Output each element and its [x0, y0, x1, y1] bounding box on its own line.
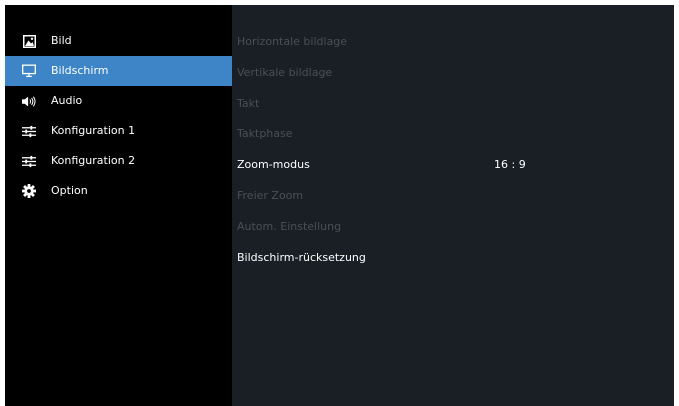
- setting-label: Takt: [237, 96, 260, 110]
- image-icon: [22, 34, 36, 48]
- monitor-icon: [22, 64, 36, 78]
- sliders-icon: [22, 154, 36, 168]
- menu-item-audio[interactable]: Audio: [5, 86, 232, 116]
- setting-takt: Takt: [232, 88, 674, 119]
- menu-item-konfiguration-1[interactable]: Konfiguration 1: [5, 116, 232, 146]
- setting-vertikale-bildlage: Vertikale bildlage: [232, 57, 674, 88]
- menu-item-label: Konfiguration 1: [51, 124, 136, 137]
- settings-list: Horizontale bildlage Vertikale bildlage …: [232, 26, 674, 272]
- main-menu-sidebar: Bild Bildschirm Audio Konfiguration 1 Ko…: [5, 5, 232, 406]
- menu-item-label: Bildschirm: [51, 64, 109, 77]
- menu-item-bild[interactable]: Bild: [5, 26, 232, 56]
- menu-item-label: Audio: [51, 94, 83, 107]
- setting-label: Horizontale bildlage: [237, 35, 348, 48]
- osd-screen: Bild Bildschirm Audio Konfiguration 1 Ko…: [5, 5, 674, 406]
- setting-label: Vertikale bildlage: [237, 65, 333, 79]
- main-menu: Bild Bildschirm Audio Konfiguration 1 Ko…: [5, 26, 232, 206]
- menu-item-label: Option: [51, 184, 88, 197]
- submenu-panel: Horizontale bildlage Vertikale bildlage …: [232, 5, 674, 406]
- menu-item-label: Bild: [51, 34, 72, 47]
- menu-item-option[interactable]: Option: [5, 176, 232, 206]
- zoom-modus-value[interactable]: 16 : 9: [494, 149, 526, 180]
- setting-label: Zoom-modus: [237, 158, 310, 172]
- setting-label: Bildschirm-rücksetzung: [237, 250, 366, 264]
- setting-horizontale-bildlage: Horizontale bildlage: [232, 26, 674, 57]
- sliders-icon: [22, 124, 36, 138]
- setting-taktphase: Taktphase: [232, 118, 674, 149]
- setting-freier-zoom: Freier Zoom: [232, 180, 674, 211]
- setting-label: Freier Zoom: [237, 188, 304, 202]
- setting-bildschirm-ruecksetzung[interactable]: Bildschirm-rücksetzung: [232, 242, 674, 273]
- setting-label: Taktphase: [237, 127, 293, 141]
- setting-zoom-modus[interactable]: Zoom-modus 16 : 9: [232, 149, 674, 180]
- menu-item-bildschirm[interactable]: Bildschirm: [5, 56, 232, 86]
- setting-autom-einstellung: Autom. Einstellung: [232, 211, 674, 242]
- gear-icon: [22, 184, 36, 198]
- setting-label: Autom. Einstellung: [237, 219, 342, 233]
- menu-item-konfiguration-2[interactable]: Konfiguration 2: [5, 146, 232, 176]
- speaker-icon: [22, 94, 36, 108]
- menu-item-label: Konfiguration 2: [51, 154, 136, 167]
